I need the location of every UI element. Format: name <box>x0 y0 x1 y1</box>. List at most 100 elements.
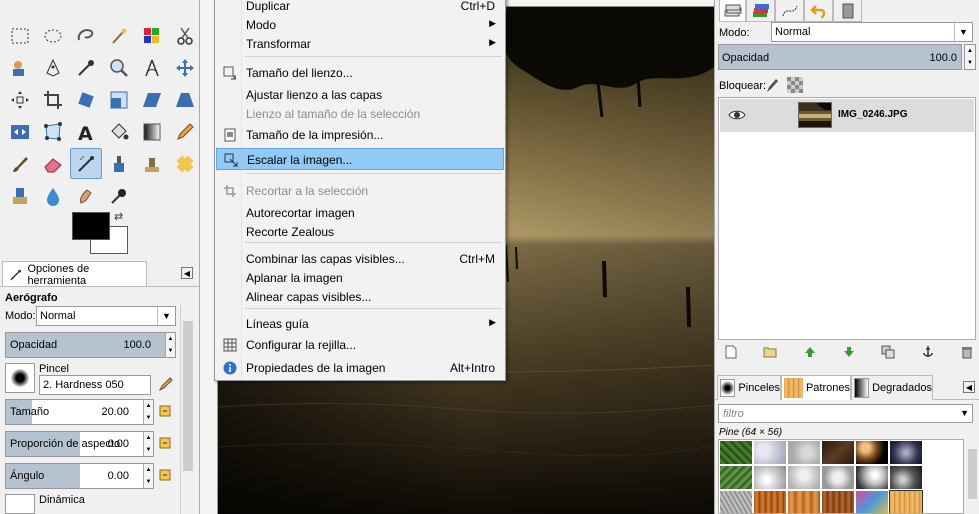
tab-brushes[interactable]: Pinceles <box>717 375 781 400</box>
reset-angle-icon[interactable] <box>158 468 172 482</box>
brush-name-field[interactable]: 2. Hardness 050 <box>39 375 151 395</box>
tab-patterns[interactable]: Patrones <box>781 375 851 400</box>
fuzzy-select-tool-icon[interactable] <box>103 20 135 51</box>
duplicate-layer-icon[interactable] <box>880 344 896 360</box>
swap-colors-icon[interactable]: ⇄ <box>114 210 123 223</box>
rotate-tool-icon[interactable] <box>70 84 102 115</box>
pattern-swatch[interactable] <box>855 440 889 465</box>
paintbrush-tool-icon[interactable] <box>4 148 36 179</box>
tab-channels[interactable] <box>746 0 775 22</box>
scissors-select-tool-icon[interactable] <box>169 20 201 51</box>
bucket-fill-tool-icon[interactable] <box>103 116 135 147</box>
tab-undo[interactable] <box>804 0 833 22</box>
menu-item-transform[interactable]: Transformar ▶ <box>216 33 504 55</box>
color-picker-tool-icon[interactable] <box>70 52 102 83</box>
pattern-swatch[interactable] <box>821 490 855 513</box>
pattern-swatch[interactable] <box>719 440 753 465</box>
brush-preview[interactable] <box>5 363 35 393</box>
pattern-swatch[interactable] <box>855 490 889 513</box>
pattern-swatch[interactable] <box>719 490 753 513</box>
heal-tool-icon[interactable] <box>169 148 201 179</box>
tool-options-scrollbar[interactable] <box>180 305 194 514</box>
patterns-scrollbar[interactable] <box>967 439 978 514</box>
airbrush-tool-icon[interactable] <box>70 148 102 179</box>
angle-spin[interactable]: ▲ ▼ <box>143 464 153 488</box>
tab-images[interactable] <box>833 0 862 22</box>
reset-size-icon[interactable] <box>158 404 172 418</box>
opacity-spin[interactable]: ▲ ▼ <box>165 333 175 357</box>
size-slider[interactable]: Tamaño 20.00 ▲ ▼ <box>5 399 154 425</box>
free-select-tool-icon[interactable] <box>70 20 102 51</box>
lock-alpha-icon[interactable] <box>787 77 803 96</box>
paths-tool-icon[interactable] <box>37 52 69 83</box>
crop-tool-icon[interactable] <box>37 84 69 115</box>
pattern-swatch[interactable] <box>787 440 821 465</box>
ink-tool-icon[interactable] <box>103 148 135 179</box>
layer-opacity-slider[interactable]: Opacidad 100.0 <box>718 44 962 70</box>
pattern-swatch[interactable] <box>889 440 923 465</box>
menu-item-configure-grid[interactable]: Configurar la rejilla... <box>216 334 504 356</box>
layer-mode-dropdown[interactable]: Normal ▼ <box>771 22 973 42</box>
new-layer-group-icon[interactable] <box>762 344 778 360</box>
tab-menu-button[interactable]: ◀ <box>963 381 975 393</box>
tab-gradients[interactable]: Degradados <box>851 375 933 400</box>
pattern-swatch[interactable] <box>753 465 787 490</box>
filter-input[interactable]: filtro ▼ <box>718 404 973 423</box>
pattern-swatch[interactable] <box>787 490 821 513</box>
measure-tool-icon[interactable] <box>136 52 168 83</box>
layer-row[interactable]: IMG_0246.JPG <box>720 99 974 132</box>
menu-item-canvas-size[interactable]: Tamaño del lienzo... <box>216 62 504 84</box>
tab-menu-button[interactable]: ◀ <box>181 267 193 279</box>
pattern-swatch[interactable] <box>923 465 957 490</box>
eraser-tool-icon[interactable] <box>37 148 69 179</box>
aspect-spin[interactable]: ▲ ▼ <box>143 432 153 456</box>
pattern-swatch[interactable] <box>855 465 889 490</box>
pattern-swatch[interactable] <box>923 440 957 465</box>
layer-opacity-spin[interactable]: ▲ ▼ <box>964 44 976 70</box>
text-tool-icon[interactable]: A <box>70 116 102 147</box>
pattern-swatch[interactable] <box>719 465 753 490</box>
blur-tool-icon[interactable] <box>37 180 69 211</box>
perspective-tool-icon[interactable] <box>169 84 201 115</box>
pattern-swatch[interactable] <box>787 465 821 490</box>
fg-bg-color-selector[interactable]: ⇄ <box>72 210 132 258</box>
pencil-tool-icon[interactable] <box>169 116 201 147</box>
menu-item-guides[interactable]: Líneas guía ▶ <box>216 313 504 335</box>
align-tool-icon[interactable] <box>4 84 36 115</box>
lock-pixels-icon[interactable] <box>765 77 779 96</box>
select-by-color-tool-icon[interactable] <box>136 20 168 51</box>
menu-item-image-properties[interactable]: Propiedades de la imagen Alt+Intro <box>216 357 504 379</box>
shear-tool-icon[interactable] <box>136 84 168 115</box>
pattern-swatch[interactable] <box>821 440 855 465</box>
move-tool-icon[interactable] <box>169 52 201 83</box>
layers-list[interactable]: IMG_0246.JPG <box>718 97 976 340</box>
angle-slider[interactable]: Ángulo 0.00 ▲ ▼ <box>5 463 154 489</box>
horizontal-ruler[interactable] <box>505 0 714 7</box>
dodge-burn-tool-icon[interactable] <box>103 180 135 211</box>
reset-aspect-icon[interactable] <box>158 436 172 450</box>
scale-tool-icon[interactable] <box>103 84 135 115</box>
foreground-color-swatch[interactable] <box>72 212 110 240</box>
pattern-swatch[interactable] <box>889 465 923 490</box>
zoom-tool-icon[interactable] <box>103 52 135 83</box>
opacity-slider[interactable]: Opacidad 100.0 ▲ ▼ <box>5 332 176 358</box>
pattern-swatch[interactable] <box>923 490 957 513</box>
mode-dropdown[interactable]: Normal ▼ <box>36 306 176 326</box>
menu-item-align-visible[interactable]: Alinear capas visibles... <box>216 286 504 308</box>
tab-layers[interactable] <box>719 0 746 22</box>
foreground-select-tool-icon[interactable] <box>4 52 36 83</box>
clone-tool-icon[interactable] <box>136 148 168 179</box>
raise-layer-icon[interactable] <box>802 344 818 360</box>
pattern-swatch[interactable] <box>889 490 923 513</box>
rect-select-tool-icon[interactable] <box>4 20 36 51</box>
dynamics-preview[interactable] <box>5 494 35 514</box>
menu-item-zealous-crop[interactable]: Recorte Zealous <box>216 221 504 243</box>
scrollbar-thumb[interactable] <box>968 449 977 499</box>
lower-layer-icon[interactable] <box>841 344 857 360</box>
smudge-tool-icon[interactable] <box>70 180 102 211</box>
pattern-swatch[interactable] <box>753 440 787 465</box>
tab-tool-options[interactable]: Opciones de herramienta <box>2 261 147 287</box>
menu-item-scale-image[interactable]: Escalar la imagen... <box>216 148 504 170</box>
patterns-grid[interactable] <box>718 439 964 514</box>
scrollbar-thumb[interactable] <box>183 321 193 471</box>
